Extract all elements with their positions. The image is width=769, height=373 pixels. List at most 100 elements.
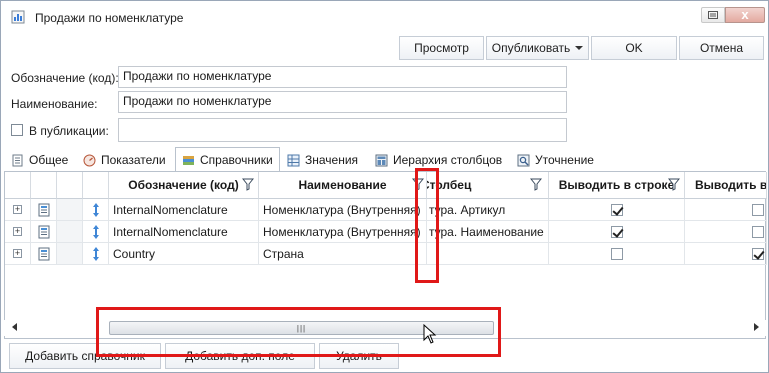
grid-header-expander xyxy=(5,172,31,199)
in-col-checkbox[interactable] xyxy=(752,247,764,260)
row-name-cell[interactable]: Номенклатура (Внутренняя) xyxy=(259,221,427,243)
tab-refinement[interactable]: Уточнение xyxy=(517,149,594,171)
row-in-row-cell xyxy=(549,243,685,265)
table-icon xyxy=(287,154,300,166)
code-field[interactable]: Продажи по номенклатуре xyxy=(118,66,567,88)
grid-header-blank xyxy=(57,172,83,199)
report-window: Продажи по номенклатуре x Просмотр Опубл… xyxy=(0,0,769,373)
plus-icon: + xyxy=(13,204,22,214)
scroll-left-icon[interactable] xyxy=(12,323,17,331)
document-icon xyxy=(12,154,23,166)
name-field[interactable]: Продажи по номенклатуре xyxy=(118,91,567,113)
row-blank-cell xyxy=(57,199,83,221)
filter-icon[interactable] xyxy=(412,178,424,191)
refine-icon xyxy=(517,154,530,166)
in-publication-label: В публикации: xyxy=(29,124,109,138)
grid-header-in-row[interactable]: Выводить в строке xyxy=(549,172,685,199)
row-code-cell[interactable]: InternalNomenclature xyxy=(109,199,259,221)
row-type-cell xyxy=(31,199,57,221)
row-code-cell[interactable]: Country xyxy=(109,243,259,265)
code-label: Обозначение (код): xyxy=(11,71,119,85)
horizontal-scrollbar[interactable]: ||| xyxy=(4,320,766,336)
restore-icon xyxy=(708,11,718,19)
report-icon xyxy=(11,10,25,24)
tab-label: Иерархия столбцов xyxy=(393,153,503,167)
ok-label: OK xyxy=(625,41,643,55)
in-row-checkbox[interactable] xyxy=(610,203,623,216)
row-in-col-cell xyxy=(685,221,767,243)
references-grid: Обозначение (код) Наименование Столбец В… xyxy=(4,171,767,339)
grid-header-code[interactable]: Обозначение (код) xyxy=(109,172,259,199)
publish-label: Опубликовать xyxy=(491,41,571,55)
row-name-cell[interactable]: Страна xyxy=(259,243,427,265)
grid-header-in-col[interactable]: Выводить в с xyxy=(685,172,767,199)
publish-dropdown-button[interactable]: Опубликовать xyxy=(486,36,589,60)
delete-label: Удалить xyxy=(336,349,382,363)
preview-button[interactable]: Просмотр xyxy=(399,36,484,60)
in-row-checkbox[interactable] xyxy=(610,225,623,238)
row-in-col-cell xyxy=(685,199,767,221)
delete-button[interactable]: Удалить xyxy=(319,343,399,369)
tab-references[interactable]: Справочники xyxy=(175,147,280,171)
preview-label: Просмотр xyxy=(414,41,469,55)
row-type-cell xyxy=(31,243,57,265)
filter-icon[interactable] xyxy=(242,178,254,191)
add-reference-label: Добавить справочник xyxy=(25,349,145,363)
row-blank-cell xyxy=(57,221,83,243)
grid-header-order xyxy=(83,172,109,199)
chevron-down-icon xyxy=(575,46,584,50)
hierarchy-icon xyxy=(375,154,388,166)
filter-icon[interactable] xyxy=(668,178,680,191)
minimize-button[interactable] xyxy=(701,7,725,23)
row-in-row-cell xyxy=(549,221,685,243)
reference-book-icon xyxy=(38,203,49,216)
scroll-right-icon[interactable] xyxy=(754,323,759,331)
books-icon xyxy=(183,156,194,165)
row-column-cell[interactable] xyxy=(427,243,549,265)
row-order-cell[interactable] xyxy=(83,221,109,243)
tab-values[interactable]: Значения xyxy=(287,149,358,171)
column-in-col-title: Выводить в с xyxy=(695,178,767,192)
row-order-cell[interactable] xyxy=(83,243,109,265)
grid-header-name[interactable]: Наименование xyxy=(259,172,427,199)
row-column-cell[interactable]: тура. Наименование xyxy=(427,221,549,243)
tab-general[interactable]: Общее xyxy=(11,149,68,171)
tab-label: Уточнение xyxy=(535,153,594,167)
filter-icon[interactable] xyxy=(530,178,542,191)
in-row-checkbox[interactable] xyxy=(610,247,623,260)
row-expander[interactable]: + xyxy=(5,243,31,265)
row-code-cell[interactable]: InternalNomenclature xyxy=(109,221,259,243)
row-in-col-cell xyxy=(685,243,767,265)
tab-label: Показатели xyxy=(101,153,166,167)
row-order-cell[interactable] xyxy=(83,199,109,221)
reference-book-icon xyxy=(38,247,49,260)
window-title: Продажи по номенклатуре xyxy=(35,11,184,25)
row-in-row-cell xyxy=(549,199,685,221)
add-extra-field-button[interactable]: Добавить доп. поле xyxy=(165,343,315,369)
close-button[interactable]: x xyxy=(725,7,765,23)
row-expander[interactable]: + xyxy=(5,221,31,243)
add-extra-field-label: Добавить доп. поле xyxy=(185,349,295,363)
row-name-cell[interactable]: Номенклатура (Внутренняя) xyxy=(259,199,427,221)
column-code-title: Обозначение (код) xyxy=(128,178,239,192)
name-label: Наименование: xyxy=(11,97,98,111)
gauge-icon xyxy=(83,154,96,166)
in-col-checkbox[interactable] xyxy=(752,225,764,238)
row-type-cell xyxy=(31,221,57,243)
in-publication-checkbox[interactable] xyxy=(11,124,23,136)
column-column-title: Столбец xyxy=(427,178,472,192)
cancel-button[interactable]: Отмена xyxy=(679,36,764,60)
row-expander[interactable]: + xyxy=(5,199,31,221)
tab-label: Справочники xyxy=(200,152,273,167)
tab-column-hierarchy[interactable]: Иерархия столбцов xyxy=(375,149,502,171)
plus-icon: + xyxy=(13,248,22,258)
row-column-cell[interactable]: тура. Артикул xyxy=(427,199,549,221)
tab-strip: Общее Показатели Справочники Значения Ие… xyxy=(11,147,761,171)
ok-button[interactable]: OK xyxy=(591,36,677,60)
in-publication-field[interactable] xyxy=(118,118,567,142)
tab-label: Общее xyxy=(29,153,69,167)
tab-label: Значения xyxy=(305,153,359,167)
tab-indicators[interactable]: Показатели xyxy=(83,149,166,171)
in-col-checkbox[interactable] xyxy=(752,203,764,216)
add-reference-button[interactable]: Добавить справочник xyxy=(9,343,161,369)
